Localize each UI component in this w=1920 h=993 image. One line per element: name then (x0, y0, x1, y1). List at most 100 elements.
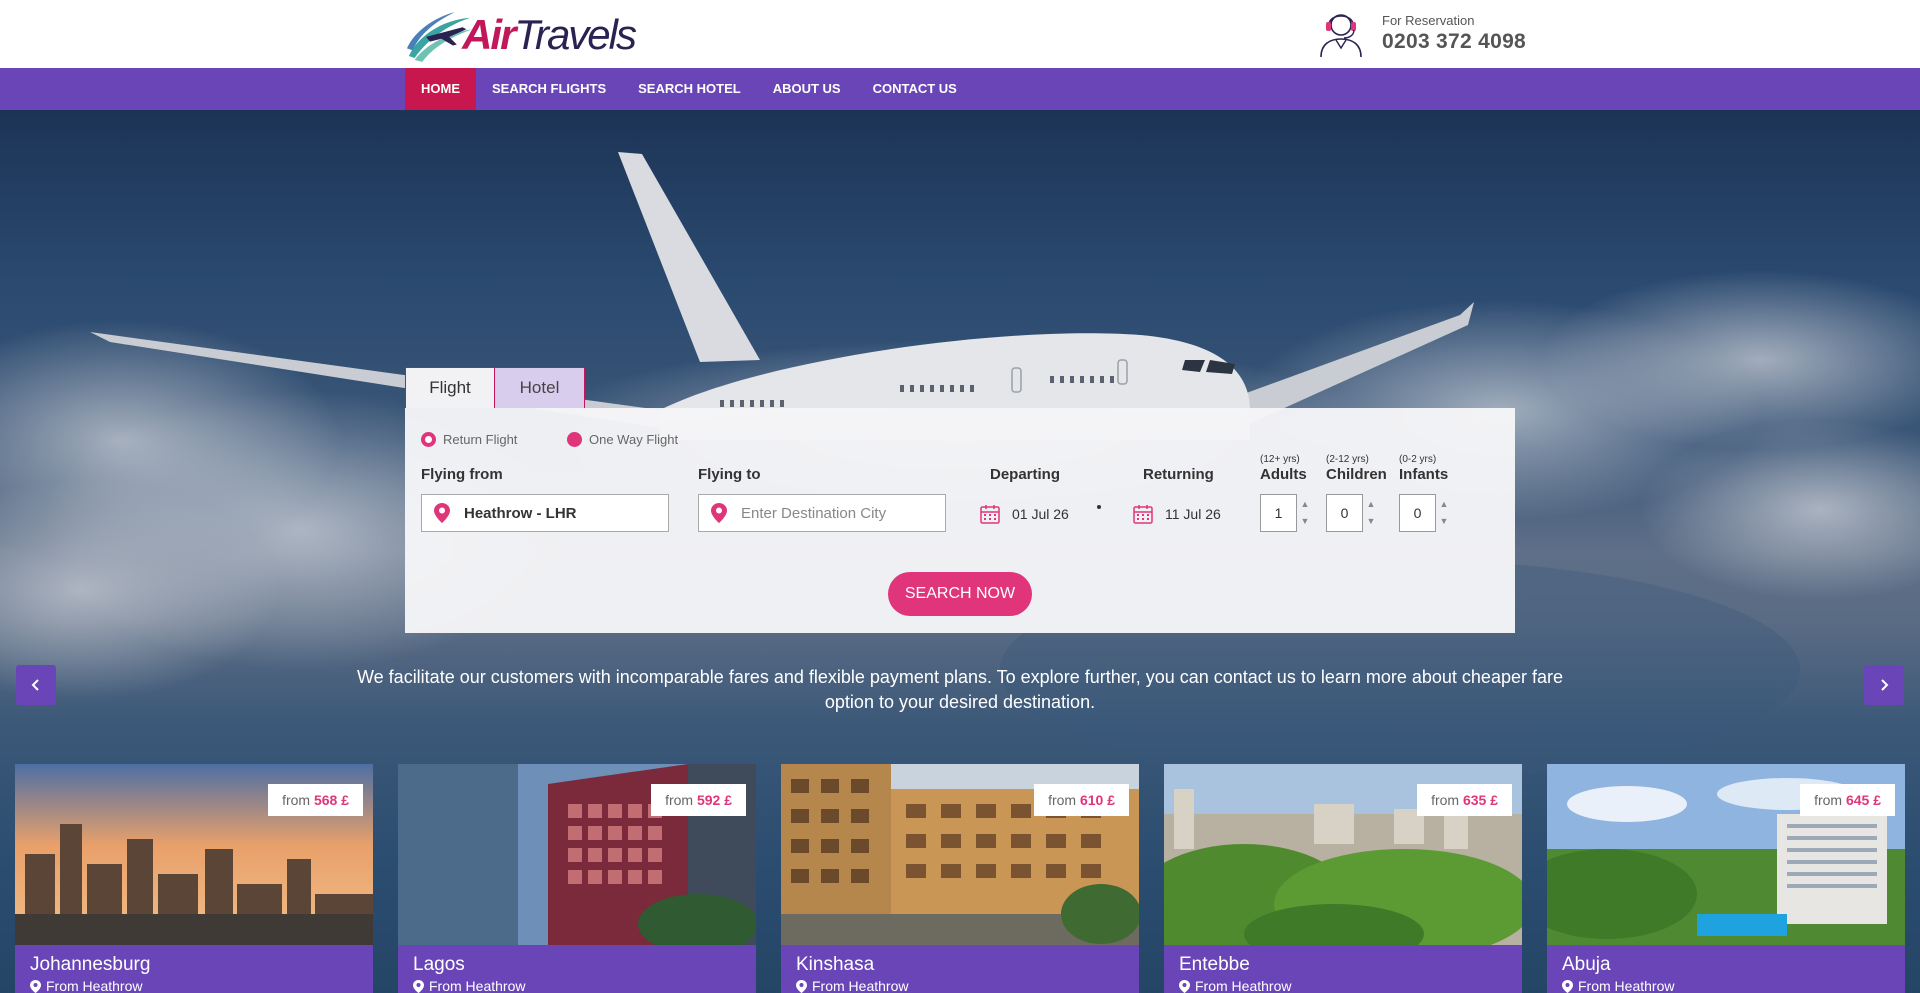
destination-info: Abuja From Heathrow (1547, 945, 1905, 993)
children-age-label: (2-12 yrs) (1326, 454, 1369, 465)
radio-return-label: Return Flight (443, 432, 518, 447)
chevron-right-icon (1881, 679, 1889, 691)
radio-one-way-label: One Way Flight (589, 432, 679, 447)
date-separator (1097, 505, 1101, 509)
radio-return-flight[interactable]: Return Flight (421, 432, 517, 447)
children-label: Children (1326, 466, 1387, 483)
departing-date-picker[interactable]: 01 Jul 26 (980, 504, 1069, 524)
origin-text: From Heathrow (812, 978, 909, 993)
location-pin-icon (711, 503, 727, 523)
site-header: AirTravels For Reservation 0203 372 4098 (0, 0, 1920, 68)
price-badge: from 592 £ (651, 784, 746, 816)
location-pin-icon (796, 979, 807, 993)
hero-tagline: We facilitate our customers with incompa… (357, 667, 1563, 712)
reservation-phone[interactable]: 0203 372 4098 (1382, 30, 1526, 54)
infants-stepper[interactable]: ▲ ▼ (1438, 496, 1450, 530)
price-amount: 635 £ (1462, 792, 1498, 808)
radio-unselected-icon (567, 432, 582, 447)
flying-from-value: Heathrow - LHR (464, 504, 577, 522)
price-prefix: from (1431, 792, 1460, 808)
location-pin-icon (413, 979, 424, 993)
departing-date-value: 01 Jul 26 (1012, 506, 1069, 522)
radio-one-way-flight[interactable]: One Way Flight (567, 432, 678, 447)
carousel-next-button[interactable] (1864, 665, 1904, 705)
destination-city: Lagos (413, 954, 465, 975)
destination-city: Entebbe (1179, 954, 1250, 975)
infants-label: Infants (1399, 466, 1449, 483)
tab-hotel[interactable]: Hotel (495, 367, 585, 408)
nav-home[interactable]: HOME (405, 68, 476, 110)
destination-card-entebbe[interactable]: from 635 £ Entebbe From Heathrow (1164, 764, 1522, 993)
price-prefix: from (282, 792, 311, 808)
price-prefix: from (1814, 792, 1843, 808)
infants-age-label: (0-2 yrs) (1399, 454, 1437, 465)
location-pin-icon (434, 503, 450, 523)
flying-to-field[interactable]: Enter Destination City (698, 494, 946, 532)
departing-label: Departing (990, 466, 1061, 483)
destination-origin: From Heathrow (30, 978, 358, 993)
adults-label: Adults (1260, 466, 1307, 483)
location-pin-icon (30, 979, 41, 993)
carousel-prev-button[interactable] (16, 665, 56, 705)
destination-origin: From Heathrow (796, 978, 1124, 993)
nav-search-flights[interactable]: SEARCH FLIGHTS (476, 68, 622, 110)
destination-origin: From Heathrow (413, 978, 741, 993)
price-prefix: from (665, 792, 694, 808)
origin-text: From Heathrow (46, 978, 143, 993)
location-pin-icon (1562, 979, 1573, 993)
returning-date-value: 11 Jul 26 (1165, 506, 1221, 522)
nav-about-us[interactable]: ABOUT US (757, 68, 857, 110)
nav-contact-us[interactable]: CONTACT US (857, 68, 973, 110)
infants-input[interactable]: 0 (1399, 494, 1436, 532)
flight-search-form: Return Flight One Way Flight Flying from… (405, 408, 1515, 633)
nav-search-hotel[interactable]: SEARCH HOTEL (622, 68, 757, 110)
destination-info: Entebbe From Heathrow (1164, 945, 1522, 993)
chevron-left-icon (31, 679, 39, 691)
main-nav: HOME SEARCH FLIGHTS SEARCH HOTEL ABOUT U… (0, 68, 1920, 110)
destination-city: Kinshasa (796, 954, 875, 975)
tab-flight[interactable]: Flight (405, 367, 495, 408)
search-tabs: Flight Hotel (405, 367, 585, 408)
origin-text: From Heathrow (1578, 978, 1675, 993)
flying-from-label: Flying from (421, 466, 503, 483)
destination-card-johannesburg[interactable]: from 568 £ Johannesburg From Heathrow (15, 764, 373, 993)
price-amount: 645 £ (1845, 792, 1881, 808)
destination-origin: From Heathrow (1179, 978, 1507, 993)
origin-text: From Heathrow (1195, 978, 1292, 993)
price-amount: 592 £ (696, 792, 732, 808)
destination-card-kinshasa[interactable]: from 610 £ Kinshasa From Heathrow (781, 764, 1139, 993)
location-pin-icon (1179, 979, 1190, 993)
logo-text-air: Air (462, 11, 516, 58)
price-amount: 610 £ (1079, 792, 1115, 808)
calendar-icon (1133, 505, 1153, 524)
flying-to-label: Flying to (698, 466, 761, 483)
destination-city: Abuja (1562, 954, 1611, 975)
destination-card-lagos[interactable]: from 592 £ Lagos From Heathrow (398, 764, 756, 993)
price-badge: from 568 £ (268, 784, 363, 816)
logo-text-travels: Travels (514, 11, 637, 58)
returning-label: Returning (1143, 466, 1214, 483)
flying-to-placeholder: Enter Destination City (741, 504, 887, 522)
calendar-icon (980, 505, 1000, 524)
destination-card-abuja[interactable]: from 645 £ Abuja From Heathrow (1547, 764, 1905, 993)
radio-selected-icon (421, 432, 436, 447)
price-badge: from 610 £ (1034, 784, 1129, 816)
returning-date-picker[interactable]: 11 Jul 26 (1133, 504, 1221, 524)
children-input[interactable]: 0 (1326, 494, 1363, 532)
price-amount: 568 £ (313, 792, 349, 808)
adults-input[interactable]: 1 (1260, 494, 1297, 532)
adults-stepper[interactable]: ▲ ▼ (1299, 496, 1311, 530)
children-stepper[interactable]: ▲ ▼ (1365, 496, 1377, 530)
reservation-label: For Reservation (1382, 12, 1475, 28)
price-badge: from 645 £ (1800, 784, 1895, 816)
destination-origin: From Heathrow (1562, 978, 1890, 993)
destination-info: Johannesburg From Heathrow (15, 945, 373, 993)
price-badge: from 635 £ (1417, 784, 1512, 816)
flying-from-field[interactable]: Heathrow - LHR (421, 494, 669, 532)
price-prefix: from (1048, 792, 1077, 808)
origin-text: From Heathrow (429, 978, 526, 993)
site-logo[interactable]: AirTravels (405, 4, 637, 64)
adults-age-label: (12+ yrs) (1260, 454, 1300, 465)
search-now-button[interactable]: SEARCH NOW (888, 572, 1032, 616)
destination-city: Johannesburg (30, 954, 151, 975)
